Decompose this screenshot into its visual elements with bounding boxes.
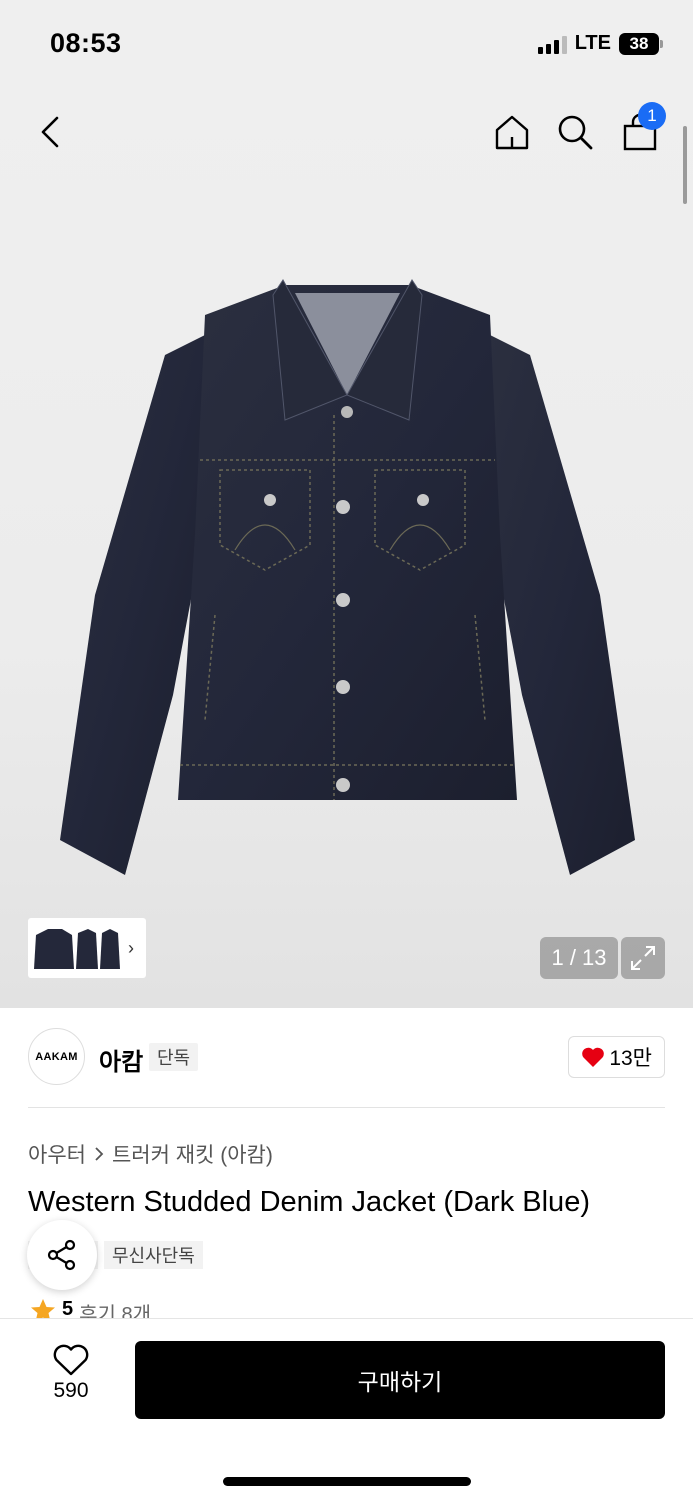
wishlist-button[interactable]: 590 [40,1343,102,1403]
brand-logo[interactable]: AAKAM [28,1028,85,1085]
chevron-right-icon: › [128,937,134,958]
heart-filled-icon [582,1047,605,1067]
expand-icon [631,946,655,970]
thumbnail-image [34,929,120,969]
home-icon [495,115,529,150]
thumbnail-strip[interactable]: › [28,918,146,978]
brand-exclusive-tag: 단독 [149,1043,199,1071]
signal-icon [537,34,567,54]
share-button[interactable] [27,1220,97,1290]
scrollbar[interactable] [683,126,687,204]
battery-icon: 38 [619,32,663,55]
chevron-right-icon [95,1147,104,1161]
bottom-action-bar: 590 구매하기 [0,1318,693,1500]
wishlist-count: 590 [53,1379,89,1402]
brand-row: AAKAM 아캄 단독 13만 [28,1028,665,1086]
review-count: 후기 8개 [79,1304,152,1320]
home-indicator [223,1477,471,1486]
back-button[interactable] [26,108,74,156]
search-icon [558,115,593,150]
status-time: 08:53 [50,28,122,58]
rating-row[interactable]: 5 후기 8개 [30,1298,151,1320]
expand-button[interactable] [621,937,665,979]
chevron-left-icon [41,116,59,148]
brand-like-button[interactable]: 13만 [568,1036,665,1078]
product-title: Western Studded Denim Jacket (Dark Blue) [28,1186,590,1218]
breadcrumb: 아우터 트러커 재킷 (아캄) [28,1139,273,1169]
search-button[interactable] [551,108,599,156]
cart-count-badge: 1 [638,102,666,130]
top-navigation: 1 [0,90,693,170]
product-image [60,279,635,875]
breadcrumb-category[interactable]: 아우터 [28,1139,86,1169]
heart-outline-icon [53,1344,89,1376]
star-icon [31,1299,55,1320]
cart-button[interactable]: 1 [616,102,666,156]
breadcrumb-subcategory[interactable]: 트러커 재킷 (아캄) [112,1139,273,1169]
image-page-counter: 1 / 13 [540,937,618,979]
home-button[interactable] [488,108,536,156]
share-icon [47,1239,76,1271]
product-badge-exclusive: 무신사단독 [104,1241,203,1269]
rating-score: 5 [62,1298,74,1320]
status-bar: 08:53 LTE 38 [0,0,693,90]
brand-like-count: 13만 [609,1047,652,1070]
brand-name[interactable]: 아캄 [99,1042,143,1077]
network-label: LTE [574,32,611,54]
status-indicators: LTE 38 [537,32,663,55]
divider [28,1107,665,1108]
buy-button[interactable]: 구매하기 [135,1341,665,1419]
